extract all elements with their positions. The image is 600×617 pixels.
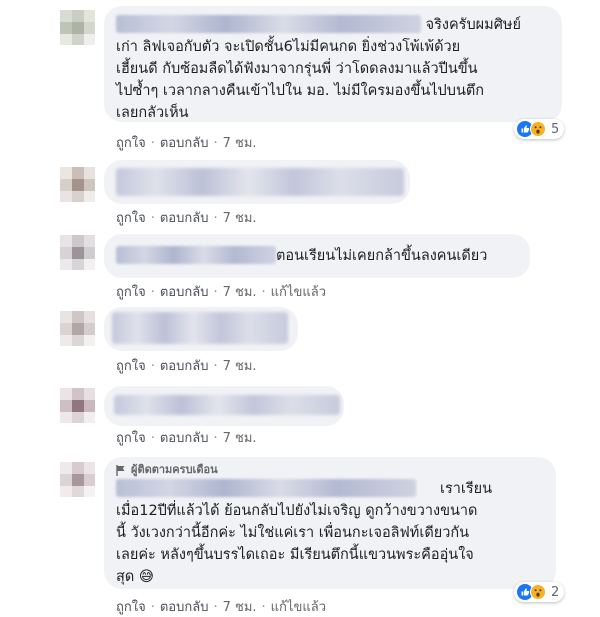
wow-icon [530, 121, 546, 137]
badge-text: ผู้ติดตามครบเดือน [131, 463, 218, 476]
like-link[interactable]: ถูกใจ [116, 359, 146, 374]
avatar[interactable] [60, 167, 95, 202]
reply-link[interactable]: ตอบกลับ [160, 285, 209, 300]
avatar[interactable] [60, 388, 95, 423]
comment-text: ตอนเรียนไม่เคยกล้าขึ้นลงคนเดียว [276, 248, 488, 264]
timestamp[interactable]: 7 ชม. [223, 136, 257, 151]
timestamp[interactable]: 7 ชม. [223, 600, 257, 615]
reply-link[interactable]: ตอบกลับ [160, 359, 209, 374]
comment-bubble: ตอนเรียนไม่เคยกล้าขึ้นลงคนเดียว [104, 234, 530, 278]
comment-actions: ถูกใจ · ตอบกลับ · 7 ชม. · แก้ไขแล้ว [116, 285, 326, 300]
edited-label[interactable]: แก้ไขแล้ว [271, 285, 326, 300]
comment-text-line: เก่า ลิฟเจอกับตัว จะเปิดชั้น6ไม่มีคนกด ย… [116, 39, 461, 55]
comment-bubble: จริงครับผมศิษย์ เก่า ลิฟเจอกับตัว จะเปิด… [104, 6, 562, 122]
flag-icon [116, 464, 125, 476]
comment-text-line: เลยกลัวเห็น [116, 105, 189, 121]
avatar[interactable] [60, 462, 95, 497]
avatar[interactable] [60, 10, 95, 45]
comment-text-line: สุด [116, 569, 135, 585]
reaction-count: 5 [551, 121, 560, 137]
avatar[interactable] [60, 311, 95, 346]
comment-bubble: ผู้ติดตามครบเดือน เราเรียน เมื่อ12ปีที่แ… [104, 457, 556, 589]
commenter-name[interactable] [116, 479, 416, 497]
comment-actions: ถูกใจ · ตอบกลับ · 7 ชม. [116, 359, 257, 374]
like-link[interactable]: ถูกใจ [116, 285, 146, 300]
timestamp[interactable]: 7 ชม. [223, 431, 257, 446]
reply-link[interactable]: ตอบกลับ [160, 600, 209, 615]
like-link[interactable]: ถูกใจ [116, 211, 146, 226]
comment-text-line: เราเรียน [440, 481, 493, 497]
reply-link[interactable]: ตอบกลับ [160, 431, 209, 446]
like-link[interactable]: ถูกใจ [116, 136, 146, 151]
reply-link[interactable]: ตอบกลับ [160, 211, 209, 226]
timestamp[interactable]: 7 ชม. [223, 359, 257, 374]
reply-link[interactable]: ตอบกลับ [160, 136, 209, 151]
like-link[interactable]: ถูกใจ [116, 600, 146, 615]
reaction-summary[interactable]: 2 [514, 582, 565, 602]
comment-text-line: เมื่อ12ปีที่แล้วได้ ย้อนกลับไปยังไม่เจริ… [116, 503, 478, 519]
timestamp[interactable]: 7 ชม. [223, 211, 257, 226]
commenter-name[interactable] [116, 15, 421, 33]
like-link[interactable]: ถูกใจ [116, 431, 146, 446]
reaction-count: 2 [551, 584, 560, 600]
sweat-smile-emoji: 😅 [138, 569, 155, 585]
badge-label: ผู้ติดตามครบเดือน [116, 463, 544, 477]
reaction-summary[interactable]: 5 [514, 119, 565, 139]
comment-text-line: นี้ วังเวงกว่านี้อีกค่ะ ไม่ใช่แค่เรา เพื… [116, 525, 470, 541]
blurred-comment-content [112, 312, 288, 344]
comment-text-line: ไปซ้ำๆ เวลากลางคืนเข้าไปใน มอ. ไม่มีใครม… [116, 83, 485, 99]
wow-icon [530, 584, 546, 600]
comment-actions: ถูกใจ · ตอบกลับ · 7 ชม. [116, 431, 257, 446]
blurred-comment-content [114, 395, 340, 415]
commenter-name[interactable] [116, 246, 276, 264]
timestamp[interactable]: 7 ชม. [223, 285, 257, 300]
comment-text-line: เฮี้ยนดี กับซ้อมลืดได้ฟังมาจากรุ่นพี่ ว่… [116, 61, 478, 77]
comment-text-line: เลยค่ะ หลังๆขึ้นบรรไดเถอะ มีเรียนตึกนี้แ… [116, 547, 474, 563]
edited-label[interactable]: แก้ไขแล้ว [271, 600, 326, 615]
blurred-comment-content [116, 168, 404, 196]
comment-text-line: จริงครับผมศิษย์ [425, 17, 521, 33]
comment-actions: ถูกใจ · ตอบกลับ · 7 ชม. [116, 211, 257, 226]
comment-actions: ถูกใจ · ตอบกลับ · 7 ชม. [116, 136, 257, 151]
avatar[interactable] [60, 235, 95, 270]
